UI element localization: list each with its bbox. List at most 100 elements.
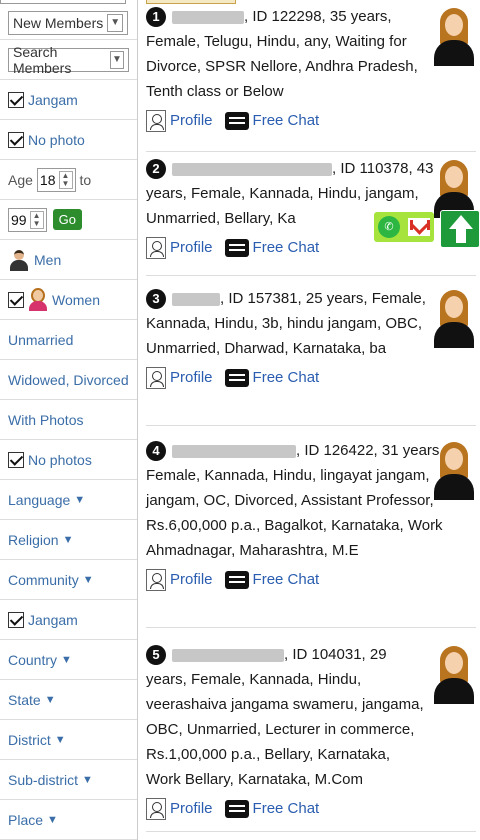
- profile-card-icon: [146, 568, 166, 591]
- profile-link-label: Profile: [170, 239, 213, 256]
- age-from-input[interactable]: 18 ▲ ▼: [36, 167, 76, 192]
- filter-jangam-label: Jangam: [28, 91, 78, 108]
- free-chat-link[interactable]: Free Chat: [224, 796, 319, 821]
- filter-women[interactable]: Women: [0, 280, 137, 320]
- search-select[interactable]: Search Members ▼: [8, 44, 129, 76]
- free-chat-link[interactable]: Free Chat: [224, 365, 320, 390]
- free-chat-label: Free Chat: [252, 369, 320, 386]
- country-label: Country: [8, 651, 58, 668]
- filter-district[interactable]: District ▼: [0, 720, 137, 760]
- free-chat-link[interactable]: Free Chat: [224, 108, 320, 133]
- profile-card-icon: [146, 236, 166, 259]
- checkbox-checked-icon[interactable]: [8, 611, 24, 628]
- chat-bubble-icon: [224, 368, 249, 387]
- dropdown-arrow-icon: ▼: [62, 533, 74, 546]
- chat-bubble-icon: [224, 111, 249, 130]
- blurred-name: [172, 10, 244, 24]
- filter-language[interactable]: Language ▼: [0, 480, 137, 520]
- gmail-icon[interactable]: [408, 218, 430, 236]
- blurred-name: [172, 292, 220, 306]
- man-avatar-icon: [8, 249, 30, 271]
- free-chat-link[interactable]: Free Chat: [224, 567, 320, 592]
- profile-link[interactable]: Profile: [146, 567, 213, 592]
- profile-number-badge: 5: [146, 645, 166, 665]
- profile-card-icon: [146, 797, 166, 820]
- profile-number-badge: 1: [146, 7, 166, 27]
- female-profile-photo[interactable]: [432, 158, 476, 218]
- filter-community[interactable]: Community ▼: [0, 560, 137, 600]
- spinner-icon[interactable]: ▲ ▼: [58, 170, 73, 189]
- profile-number-badge: 4: [146, 441, 166, 461]
- filter-no-photos[interactable]: No photos: [0, 440, 137, 480]
- whatsapp-icon[interactable]: ✆: [378, 216, 400, 238]
- filter-religion[interactable]: Religion ▼: [0, 520, 137, 560]
- profile-number-badge: 2: [146, 159, 166, 179]
- female-profile-photo[interactable]: [432, 440, 476, 500]
- blurred-name: [172, 162, 332, 176]
- blurred-name: [172, 444, 296, 458]
- checkbox-checked-icon[interactable]: [8, 291, 24, 308]
- profile-details: , ID 126422, 31 years, Female, Kannada, …: [146, 442, 444, 559]
- jangam-community-label: Jangam: [28, 611, 78, 628]
- profile-link[interactable]: Profile: [146, 235, 213, 260]
- filter-sidebar: New Members ▼ Search Members ▼ Jangam No p…: [0, 0, 138, 840]
- spinner-icon[interactable]: ▲ ▼: [29, 210, 44, 229]
- filter-no-photo[interactable]: No photo: [0, 120, 137, 160]
- filter-men[interactable]: Men: [0, 240, 137, 280]
- profile-link-label: Profile: [170, 800, 213, 817]
- free-chat-label: Free Chat: [252, 571, 320, 588]
- dropdown-arrow-icon: ▼: [54, 733, 66, 746]
- age-to-input[interactable]: 99 ▲ ▼: [8, 207, 47, 232]
- filter-no-photo-label: No photo: [28, 131, 85, 148]
- no-photos-label: No photos: [28, 451, 92, 468]
- filter-with-photos[interactable]: With Photos: [0, 400, 137, 440]
- filter-state[interactable]: State ▼: [0, 680, 137, 720]
- filter-jangam-community[interactable]: Jangam: [0, 600, 137, 640]
- state-label: State: [8, 691, 41, 708]
- go-button[interactable]: Go: [52, 209, 82, 230]
- dropdown-arrow-icon: ▼: [74, 493, 86, 506]
- free-chat-label: Free Chat: [252, 239, 320, 256]
- profile-link[interactable]: Profile: [146, 365, 213, 390]
- chat-bubble-icon: [224, 570, 249, 589]
- age-to-value: 99: [11, 211, 27, 228]
- profile-link[interactable]: Profile: [146, 796, 213, 821]
- men-label: Men: [34, 251, 62, 268]
- filter-place[interactable]: Place ▼: [0, 800, 137, 840]
- profile-link-label: Profile: [170, 571, 213, 588]
- profile-card: 4, ID 126422, 31 years, Female, Kannada,…: [146, 438, 476, 628]
- filter-subdistrict[interactable]: Sub-district ▼: [0, 760, 137, 800]
- religion-label: Religion: [8, 531, 59, 548]
- female-profile-photo[interactable]: [432, 288, 476, 348]
- profile-link-label: Profile: [170, 369, 213, 386]
- checkbox-checked-icon[interactable]: [8, 451, 24, 468]
- district-label: District: [8, 731, 51, 748]
- filter-country[interactable]: Country ▼: [0, 640, 137, 680]
- filter-widowed[interactable]: Widowed, Divorced: [0, 360, 137, 400]
- chat-bubble-icon: [224, 799, 249, 818]
- search-select-value: Search Members: [13, 43, 72, 76]
- female-profile-photo[interactable]: [432, 644, 476, 704]
- widowed-label: Widowed, Divorced: [8, 371, 129, 388]
- members-select[interactable]: New Members ▼: [8, 10, 129, 35]
- profile-actions: Profile Free Chat: [146, 567, 476, 592]
- scroll-to-top-button[interactable]: [440, 210, 480, 248]
- subdistrict-label: Sub-district: [8, 771, 79, 788]
- filter-jangam[interactable]: Jangam: [0, 80, 137, 120]
- profile-actions: Profile Free Chat: [146, 796, 476, 821]
- woman-avatar-icon: [28, 289, 48, 311]
- profile-card: 1, ID 122298, 35 years, Female, Telugu, …: [146, 4, 476, 152]
- filter-unmarried[interactable]: Unmarried: [0, 320, 137, 360]
- with-photos-label: With Photos: [8, 411, 84, 428]
- profile-number-badge: 3: [146, 289, 166, 309]
- language-label: Language: [8, 491, 71, 508]
- profile-link-label: Profile: [170, 112, 213, 129]
- female-profile-photo[interactable]: [432, 6, 476, 66]
- profile-link[interactable]: Profile: [146, 108, 213, 133]
- members-select-value: New Members: [13, 14, 104, 31]
- checkbox-checked-icon[interactable]: [8, 131, 24, 148]
- checkbox-checked-icon[interactable]: [8, 91, 24, 108]
- chat-bubble-icon: [224, 238, 249, 257]
- free-chat-label: Free Chat: [252, 112, 320, 129]
- free-chat-link[interactable]: Free Chat: [224, 235, 320, 260]
